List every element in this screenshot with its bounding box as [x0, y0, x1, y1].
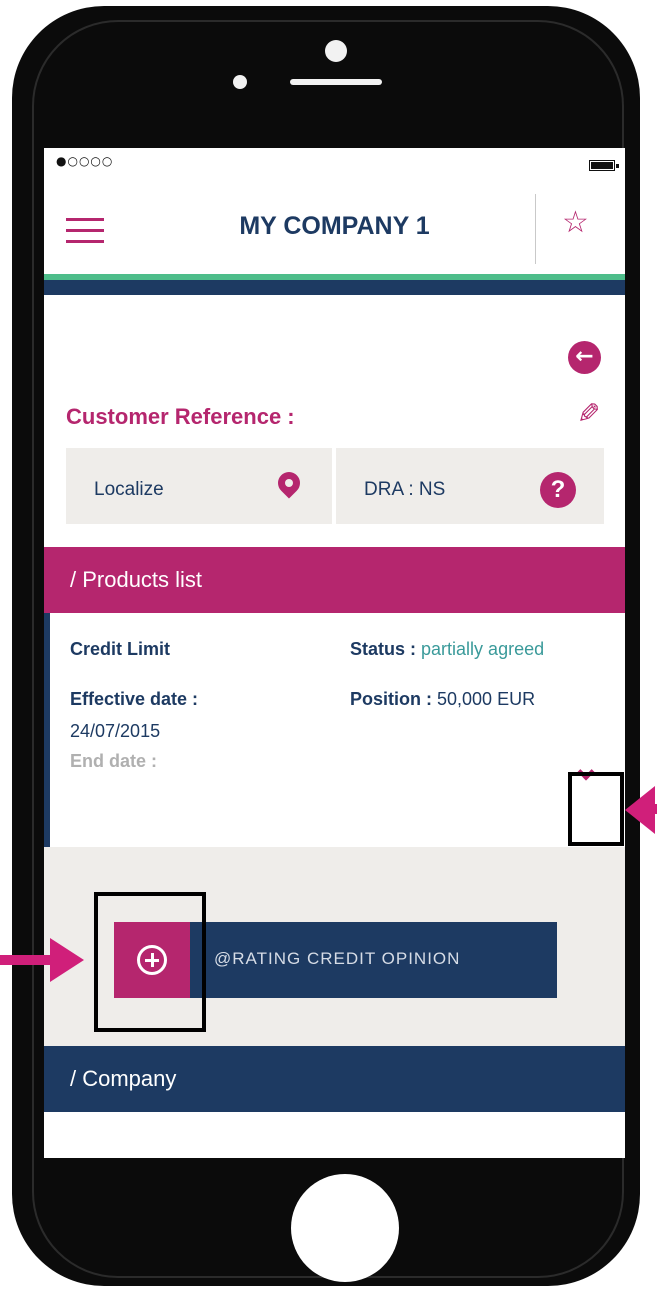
app-header: MY COMPANY 1 ☆ [44, 182, 625, 274]
product-card[interactable]: Credit Limit Status : partially agreed E… [44, 613, 625, 847]
customer-reference-label: Customer Reference : [66, 404, 295, 429]
products-list-title: / Products list [70, 567, 203, 592]
camera [325, 40, 347, 62]
pointer-arrow-left-icon [625, 786, 655, 834]
edit-pencil-icon[interactable]: ✎ [571, 401, 604, 424]
pointer-arrow-left-shaft [652, 804, 657, 814]
pointer-arrow-shaft [0, 955, 56, 965]
signal-indicator: ●○○○○ [56, 154, 114, 168]
status-field: Status : partially agreed [350, 639, 544, 660]
help-icon[interactable]: ? [540, 472, 576, 508]
end-date-label: End date : [70, 751, 158, 771]
header-divider [535, 194, 536, 264]
rating-label: @RATING CREDIT OPINION [214, 949, 461, 968]
battery-icon [589, 160, 619, 171]
page-title: MY COMPANY 1 [239, 212, 430, 240]
position-value: 50,000 EUR [437, 689, 536, 709]
star-icon[interactable]: ☆ [562, 208, 589, 238]
position-label: Position : [350, 689, 432, 709]
position-field: Position : 50,000 EUR [350, 689, 535, 710]
localize-button[interactable]: Localize [66, 448, 332, 524]
company-section-header: / Company [44, 1046, 625, 1112]
back-arrow-icon[interactable]: ← [568, 341, 601, 374]
pointer-arrow-right-icon [50, 938, 84, 982]
dra-label: DRA : NS [364, 479, 446, 500]
dra-button[interactable]: DRA : NS ? [336, 448, 604, 524]
status-label: Status : [350, 639, 417, 659]
plus-highlight-box [94, 892, 206, 1032]
company-section-title: / Company [70, 1066, 177, 1091]
sensor [233, 75, 247, 89]
location-pin-icon [273, 467, 305, 499]
speaker [290, 79, 382, 85]
status-bar: ●○○○○ [44, 148, 625, 182]
home-button[interactable] [291, 1174, 399, 1282]
chevron-highlight-box [568, 772, 624, 846]
status-value: partially agreed [421, 639, 545, 659]
company-section-body [44, 1112, 625, 1158]
localize-label: Localize [94, 479, 164, 500]
products-list-header: / Products list [44, 547, 625, 613]
credit-limit-label: Credit Limit [70, 639, 171, 659]
effective-date-value: 24/07/2015 [70, 721, 161, 741]
effective-date-label: Effective date : [70, 689, 199, 709]
header-bar [44, 280, 625, 295]
